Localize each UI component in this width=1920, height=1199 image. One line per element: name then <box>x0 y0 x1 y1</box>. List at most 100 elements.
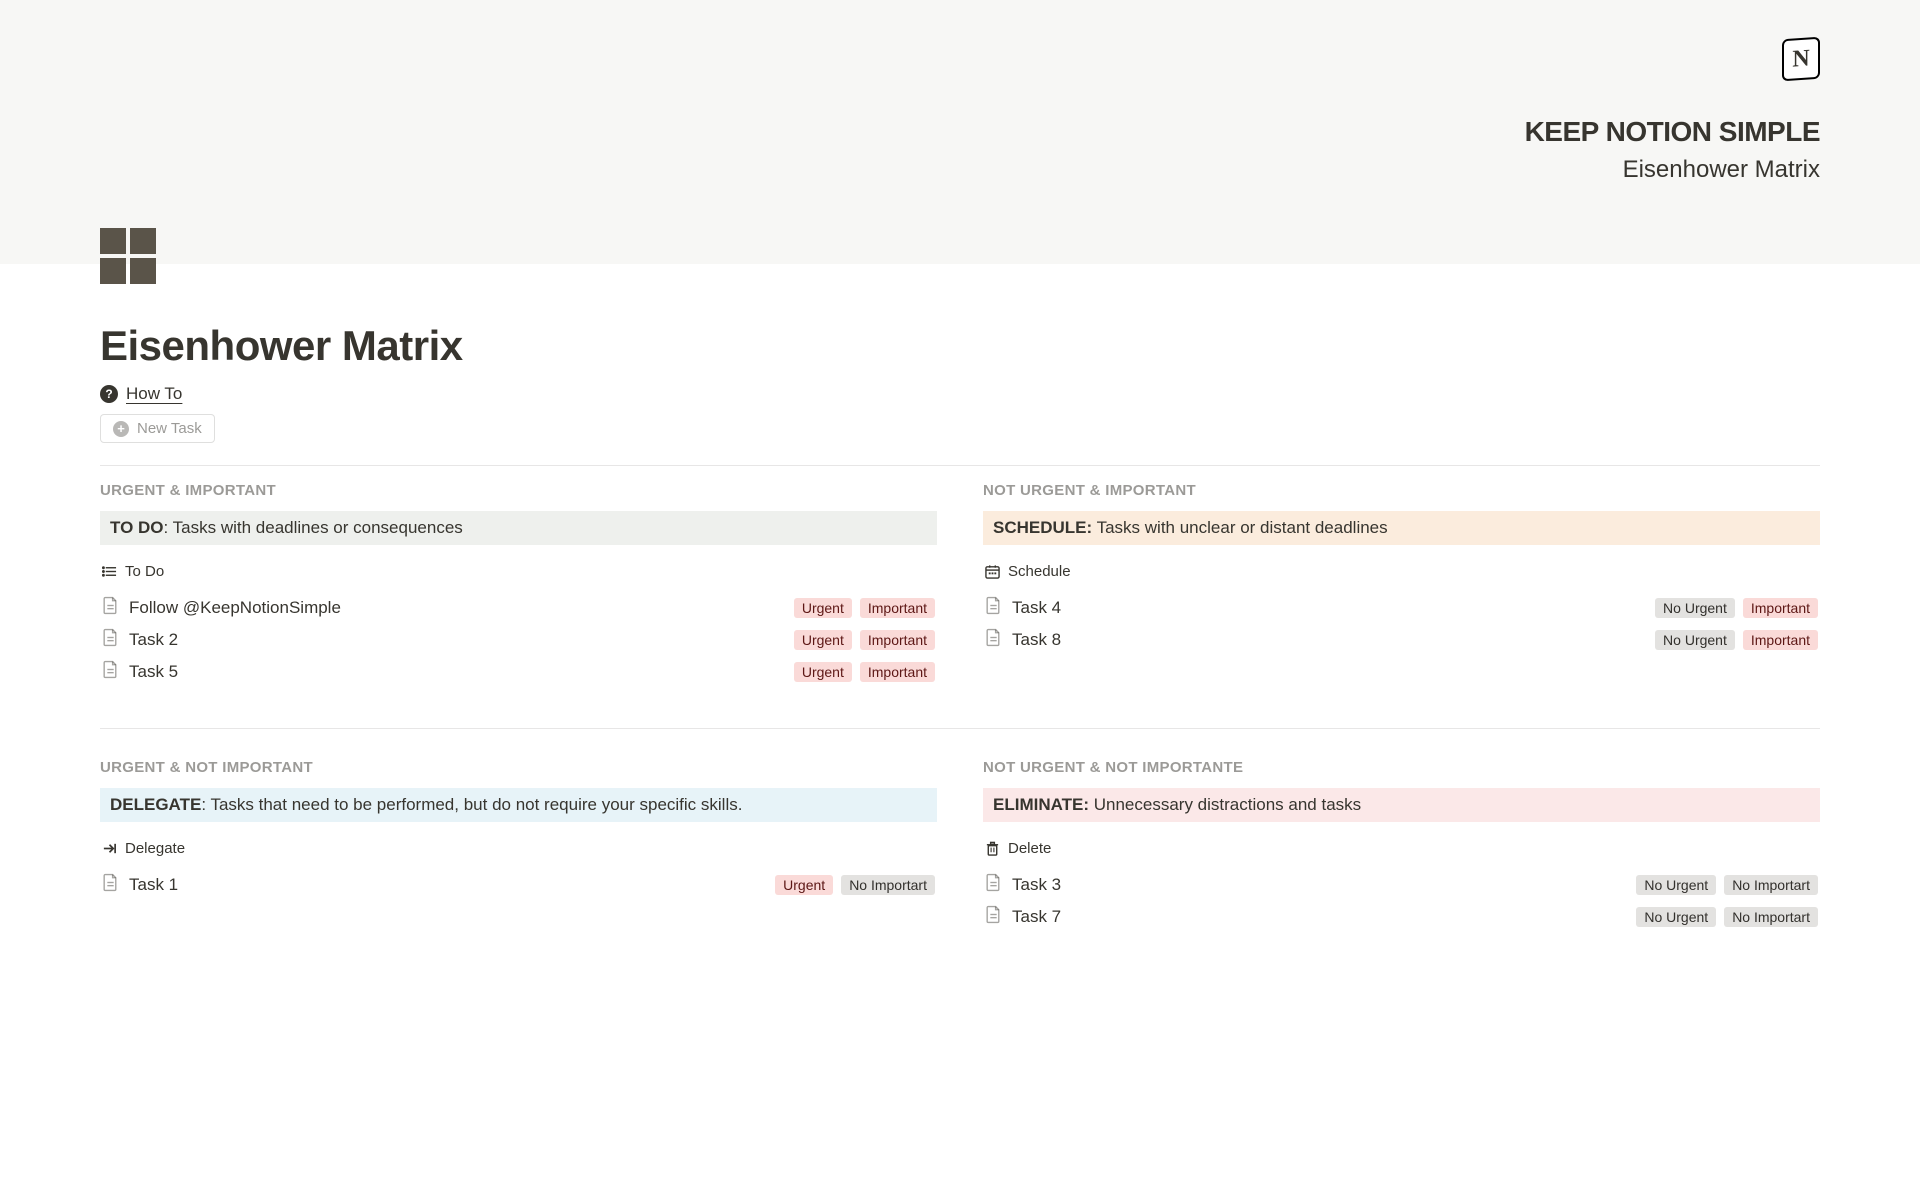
tag: Important <box>1743 598 1818 618</box>
task-left: Task 1 <box>102 873 178 897</box>
view-label: Schedule <box>1008 563 1071 580</box>
task-tags: Urgent Important <box>794 662 935 682</box>
divider <box>100 465 1820 466</box>
task-tags: No UrgentImportant <box>1655 598 1818 618</box>
task-tags: Urgent Important <box>794 630 935 650</box>
task-row[interactable]: Task 8 No Urgent Important <box>983 624 1820 656</box>
page-doc-icon <box>985 628 1002 652</box>
quadrant-heading: NOT URGENT & NOT IMPORTANTE <box>983 759 1820 776</box>
tag: Urgent <box>794 662 852 682</box>
task-list: Task 3No UrgentNo ImportartTask 7No Urge… <box>983 869 1820 933</box>
callout-text: Unnecessary distractions and tasks <box>1094 795 1361 814</box>
cover-content: N KEEP NOTION SIMPLE Eisenhower Matrix <box>100 38 1820 184</box>
task-title: Task 4 <box>1012 598 1061 618</box>
task-row[interactable]: Task 5 Urgent Important <box>100 656 937 688</box>
tag: No Urgent <box>1655 630 1735 650</box>
tag: Important <box>860 598 935 618</box>
tag: Important <box>860 630 935 650</box>
cover-subtitle: Eisenhower Matrix <box>1623 156 1820 184</box>
tag: No Importart <box>1724 907 1818 927</box>
task-title: Task 5 <box>129 662 178 682</box>
quadrant-heading: NOT URGENT & IMPORTANT <box>983 482 1820 499</box>
cover-title: KEEP NOTION SIMPLE <box>1525 116 1820 148</box>
callout-label: ELIMINATE: <box>993 795 1089 814</box>
view-label: Delete <box>1008 840 1051 857</box>
task-list: Follow @KeepNotionSimpleUrgentImportantT… <box>100 592 937 688</box>
notion-logo-icon: N <box>1782 37 1820 82</box>
view-tab-delete[interactable]: Delete <box>983 834 1820 863</box>
new-task-label: New Task <box>137 420 202 437</box>
page-icon[interactable] <box>100 228 156 284</box>
callout-text: Tasks with deadlines or consequences <box>173 518 463 537</box>
tag: Urgent <box>794 630 852 650</box>
tag: No Urgent <box>1636 875 1716 895</box>
trash-icon <box>985 841 1000 856</box>
list-icon <box>102 564 117 579</box>
page-content: Eisenhower Matrix ? How To + New Task UR… <box>0 264 1920 993</box>
task-left: Task 8 <box>985 628 1061 652</box>
view-tab-schedule[interactable]: Schedule <box>983 557 1820 586</box>
quadrant-delegate: URGENT & NOT IMPORTANT DELEGATE: Tasks t… <box>100 759 937 933</box>
arrow-right-icon <box>102 841 117 856</box>
page-cover: N KEEP NOTION SIMPLE Eisenhower Matrix <box>0 0 1920 264</box>
page-doc-icon <box>985 596 1002 620</box>
page-doc-icon <box>102 628 119 652</box>
plus-circle-icon: + <box>113 421 129 437</box>
task-row[interactable]: Task 4 No UrgentImportant <box>983 592 1820 624</box>
page-doc-icon <box>102 660 119 684</box>
grid-square-icon <box>100 228 126 254</box>
task-tags: No UrgentNo Importart <box>1636 907 1818 927</box>
task-title: Follow @KeepNotionSimple <box>129 598 341 618</box>
quadrant-eliminate: NOT URGENT & NOT IMPORTANTE ELIMINATE: U… <box>983 759 1820 933</box>
divider <box>100 718 1820 729</box>
page-doc-icon <box>102 596 119 620</box>
task-row[interactable]: Task 1 Urgent No Importart <box>100 869 937 901</box>
task-left: Task 4 <box>985 596 1061 620</box>
quadrant-heading: URGENT & NOT IMPORTANT <box>100 759 937 776</box>
callout-label: TO DO <box>110 518 164 537</box>
view-tab-delegate[interactable]: Delegate <box>100 834 937 863</box>
page-doc-icon <box>985 905 1002 929</box>
new-task-button[interactable]: + New Task <box>100 414 215 443</box>
task-tags: No Urgent Important <box>1655 630 1818 650</box>
task-left: Task 3 <box>985 873 1061 897</box>
question-icon: ? <box>100 385 118 403</box>
callout-text: Tasks that need to be performed, but do … <box>210 795 742 814</box>
view-tab-todo[interactable]: To Do <box>100 557 937 586</box>
grid-square-icon <box>130 228 156 254</box>
tag: Urgent <box>794 598 852 618</box>
tag: Important <box>1743 630 1818 650</box>
task-title: Task 8 <box>1012 630 1061 650</box>
view-label: Delegate <box>125 840 185 857</box>
task-tags: Urgent Important <box>794 598 935 618</box>
task-list: Task 1 Urgent No Importart <box>100 869 937 901</box>
task-row[interactable]: Task 2UrgentImportant <box>100 624 937 656</box>
task-title: Task 1 <box>129 875 178 895</box>
page-doc-icon <box>102 873 119 897</box>
tag: Important <box>860 662 935 682</box>
quadrant-schedule: NOT URGENT & IMPORTANT SCHEDULE: Tasks w… <box>983 482 1820 688</box>
matrix-grid: URGENT & IMPORTANT TO DO: Tasks with dea… <box>100 482 1820 933</box>
task-row[interactable]: Task 7 No UrgentNo Importart <box>983 901 1820 933</box>
quadrant-heading: URGENT & IMPORTANT <box>100 482 937 499</box>
task-title: Task 7 <box>1012 907 1061 927</box>
page-title[interactable]: Eisenhower Matrix <box>100 322 1820 370</box>
how-to-label: How To <box>126 384 182 404</box>
callout-text: Tasks with unclear or distant deadlines <box>1097 518 1388 537</box>
callout-todo: TO DO: Tasks with deadlines or consequen… <box>100 511 937 545</box>
quadrant-todo: URGENT & IMPORTANT TO DO: Tasks with dea… <box>100 482 937 688</box>
tag: No Importart <box>841 875 935 895</box>
task-row[interactable]: Task 3 No UrgentNo Importart <box>983 869 1820 901</box>
tag: Urgent <box>775 875 833 895</box>
task-list: Task 4No UrgentImportantTask 8No UrgentI… <box>983 592 1820 656</box>
calendar-icon <box>985 564 1000 579</box>
task-left: Task 7 <box>985 905 1061 929</box>
task-title: Task 3 <box>1012 875 1061 895</box>
grid-square-icon <box>130 258 156 284</box>
task-tags: Urgent No Importart <box>775 875 935 895</box>
callout-eliminate: ELIMINATE: Unnecessary distractions and … <box>983 788 1820 822</box>
task-tags: No UrgentNo Importart <box>1636 875 1818 895</box>
callout-schedule: SCHEDULE: Tasks with unclear or distant … <box>983 511 1820 545</box>
task-row[interactable]: Follow @KeepNotionSimple Urgent Important <box>100 592 937 624</box>
how-to-link[interactable]: ? How To <box>100 384 1820 404</box>
